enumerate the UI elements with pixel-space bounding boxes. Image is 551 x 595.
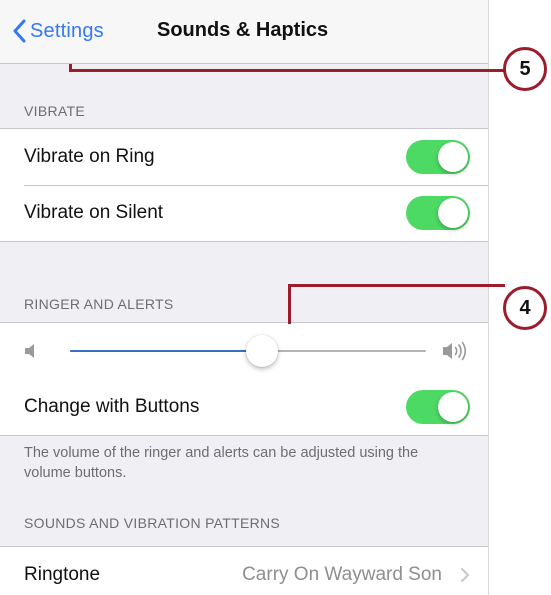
callout-4-badge: 4 [503,286,547,330]
vibrate-on-ring-row: Vibrate on Ring [0,129,488,185]
ringtone-value: Carry On Wayward Son [242,564,442,585]
vibrate-on-ring-toggle[interactable] [406,140,470,174]
volume-slider-thumb[interactable] [246,335,279,367]
vibrate-on-ring-label: Vibrate on Ring [24,146,155,167]
settings-screen: Settings Sounds & Haptics VIBRATE Vibrat… [0,0,489,595]
change-with-buttons-label: Change with Buttons [24,396,200,417]
ringer-footer-note: The volume of the ringer and alerts can … [24,445,419,481]
callout-5-badge: 5 [503,47,547,91]
section-header-vibrate: VIBRATE [24,103,85,119]
vibrate-on-silent-row: Vibrate on Silent [0,185,488,241]
speaker-high-icon [443,341,467,361]
section-header-ringer: RINGER AND ALERTS [24,296,174,312]
ringtone-row[interactable]: Ringtone Carry On Wayward Son [0,547,488,595]
vibrate-on-silent-toggle[interactable] [406,196,470,230]
chevron-left-icon [13,19,26,43]
patterns-group: Ringtone Carry On Wayward Son [0,546,488,595]
volume-slider[interactable] [70,335,426,367]
callout-4-leader [288,286,291,324]
volume-slider-fill [70,350,263,352]
callout-5-leader [69,69,505,72]
toggle-knob [438,392,468,422]
change-with-buttons-toggle[interactable] [406,390,470,424]
vibrate-group: Vibrate on Ring Vibrate on Silent [0,128,488,242]
ringer-group: Change with Buttons [0,322,488,436]
toggle-knob [438,142,468,172]
navigation-bar: Settings Sounds & Haptics [0,0,488,64]
ringtone-label: Ringtone [24,564,101,585]
back-button[interactable]: Settings [12,17,104,45]
volume-slider-row [0,323,488,379]
speaker-low-icon [25,344,34,358]
change-with-buttons-row: Change with Buttons [0,379,488,435]
chevron-right-icon [461,568,469,582]
page-title: Sounds & Haptics [157,19,329,41]
vibrate-on-silent-label: Vibrate on Silent [24,202,164,223]
back-button-label: Settings [30,19,104,42]
toggle-knob [438,198,468,228]
section-header-patterns: SOUNDS AND VIBRATION PATTERNS [24,515,281,531]
callout-4-leader [288,284,505,287]
